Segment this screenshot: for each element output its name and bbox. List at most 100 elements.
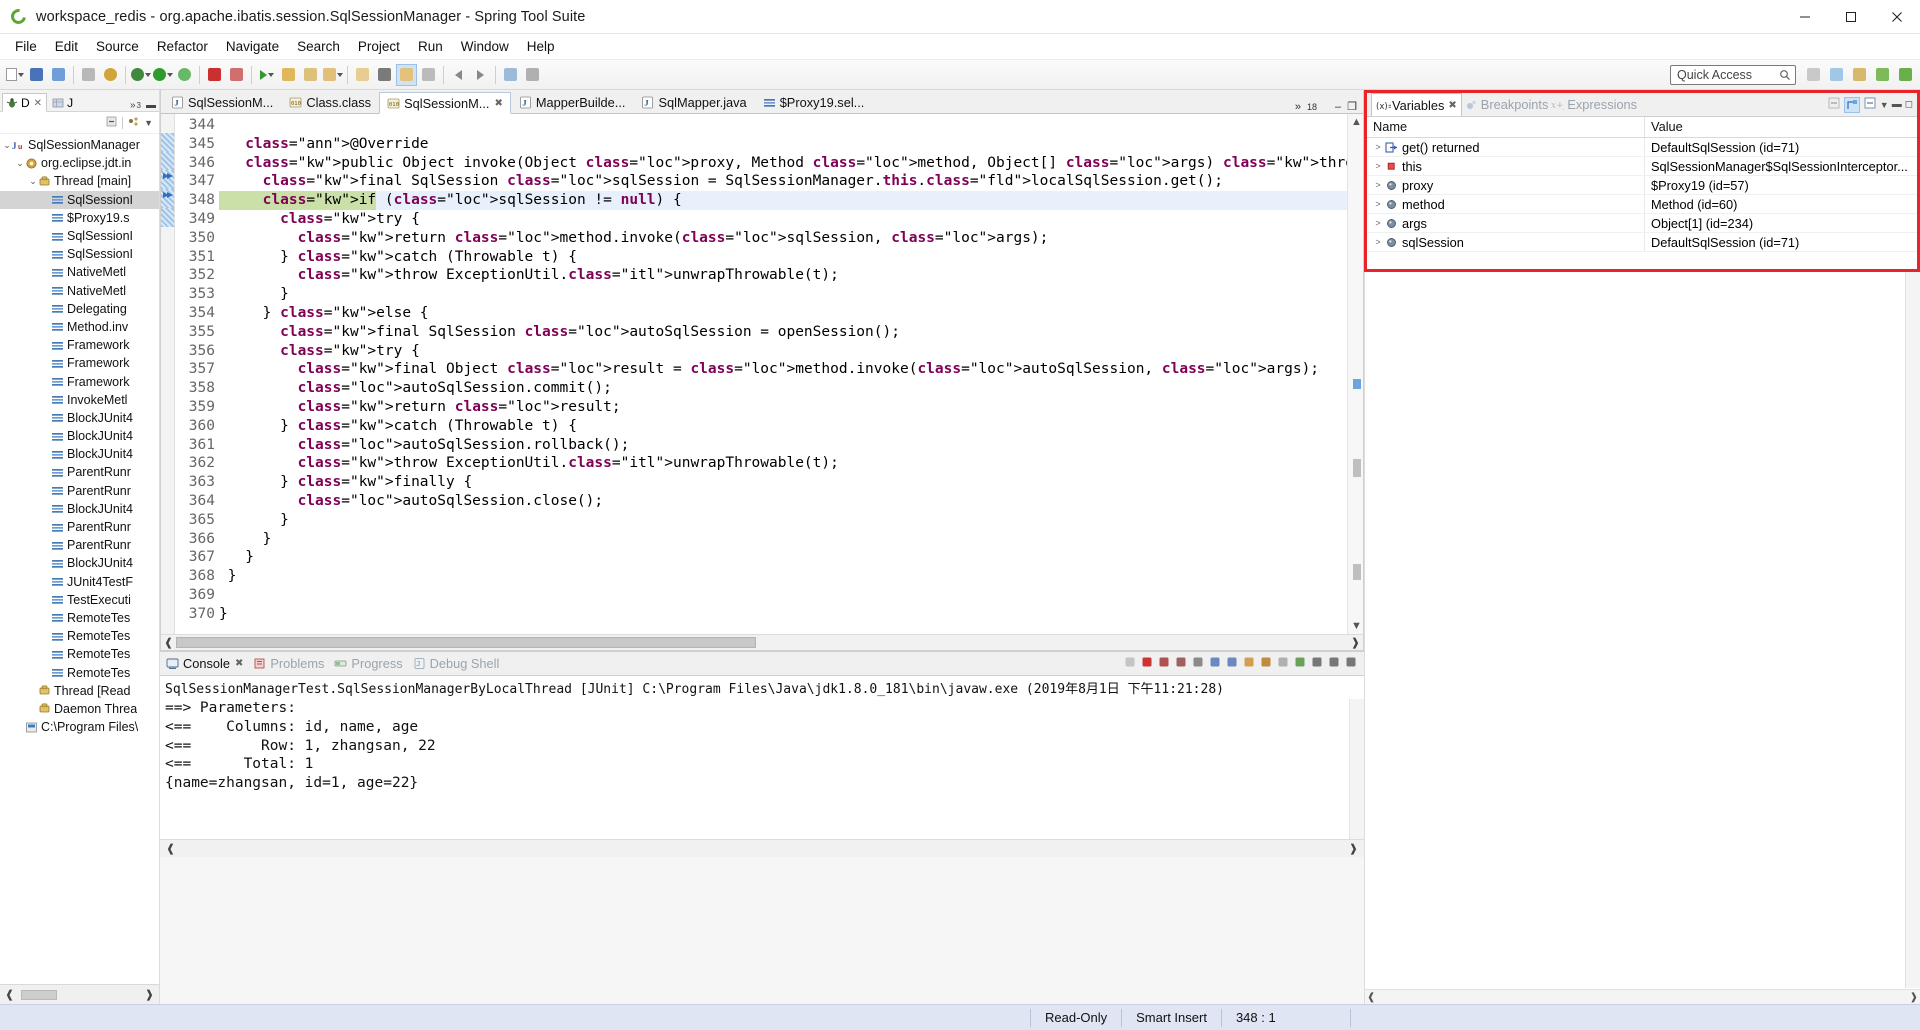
variables-row[interactable]: > get() returned DefaultSqlSession (id=71) xyxy=(1367,138,1917,157)
console-scroll-lock-icon[interactable] xyxy=(1208,655,1222,672)
step-filters-button[interactable] xyxy=(522,64,543,86)
debug-tree-row[interactable]: RemoteTes xyxy=(0,645,159,663)
variables-rows[interactable]: > get() returned DefaultSqlSession (id=71)… xyxy=(1367,138,1917,269)
annotation-ruler-line[interactable] xyxy=(161,170,174,190)
annotation-ruler-line[interactable] xyxy=(161,565,174,584)
build-button[interactable] xyxy=(100,64,121,86)
debug-view-down-icon[interactable]: ▼ xyxy=(144,118,153,128)
new-wizard-button[interactable] xyxy=(4,64,25,86)
editor-code-line[interactable]: class="kw">throw ExceptionUtil.class="it… xyxy=(219,266,1347,285)
variables-row[interactable]: > sqlSession DefaultSqlSession (id=71) xyxy=(1367,233,1917,252)
open-type-button[interactable] xyxy=(278,64,299,86)
variables-hscroll-right-icon[interactable]: ❱ xyxy=(1910,992,1918,1003)
debug-tree-row[interactable]: ⌄ org.eclipse.jdt.in xyxy=(0,154,159,172)
pin-button[interactable] xyxy=(374,64,395,86)
editor-code-line[interactable]: } xyxy=(219,548,1347,567)
editor-hscroll-thumb[interactable] xyxy=(176,637,757,648)
overview-marker[interactable] xyxy=(1353,459,1361,477)
save-button[interactable] xyxy=(26,64,47,86)
debug-tree-row[interactable]: Daemon Threa xyxy=(0,700,159,718)
editor-code-line[interactable]: } xyxy=(219,567,1347,586)
minimize-button[interactable] xyxy=(1782,0,1828,34)
editor-tab[interactable]: J MapperBuilde... xyxy=(511,91,634,113)
perspective-debug-button[interactable] xyxy=(1826,64,1847,86)
debug-tree-row[interactable]: InvokeMetl xyxy=(0,391,159,409)
menu-navigate[interactable]: Navigate xyxy=(217,36,288,57)
console-button[interactable] xyxy=(226,64,247,86)
run-button[interactable] xyxy=(152,64,173,86)
console-tab[interactable]: J Debug Shell xyxy=(413,656,499,671)
debug-tree-row[interactable]: RemoteTes xyxy=(0,627,159,645)
console-maximize-icon[interactable] xyxy=(1344,655,1358,672)
debug-tree-row[interactable]: RemoteTes xyxy=(0,663,159,681)
print-button[interactable] xyxy=(78,64,99,86)
editor-code-line[interactable]: class="loc">autoSqlSession.commit(); xyxy=(219,379,1347,398)
menu-source[interactable]: Source xyxy=(87,36,148,57)
run-as-button[interactable] xyxy=(174,64,195,86)
tab-debug[interactable]: D ✕ xyxy=(2,93,48,112)
annotation-ruler-line[interactable] xyxy=(161,415,174,434)
search-button[interactable] xyxy=(300,64,321,86)
console-remove-icon[interactable] xyxy=(1157,655,1171,672)
open-resource-button[interactable] xyxy=(352,64,373,86)
variables-tab[interactable]: Breakpoints xyxy=(1465,97,1548,112)
debug-tree-row[interactable]: ⌄ Ju SqlSessionManager xyxy=(0,136,159,154)
debug-tree-row[interactable]: ParentRunr xyxy=(0,518,159,536)
console-tab[interactable]: Progress xyxy=(334,656,403,671)
menu-project[interactable]: Project xyxy=(349,36,409,57)
scroll-down-icon[interactable]: ▼ xyxy=(1351,620,1362,632)
variables-row-twisty-icon[interactable]: > xyxy=(1371,218,1385,228)
editor-code-line[interactable]: class="ann">@Override xyxy=(219,135,1347,154)
next-annotation-button[interactable] xyxy=(322,64,343,86)
editor-hscroll-left-icon[interactable]: ❰ xyxy=(161,636,176,649)
annotation-ruler-line[interactable] xyxy=(161,603,174,622)
debug-tree-row[interactable]: ParentRunr xyxy=(0,463,159,481)
editor-code-line[interactable]: class="kw">final SqlSession class="loc">… xyxy=(219,323,1347,342)
bottom-hscroll-left-icon[interactable]: ❰ xyxy=(163,842,178,855)
editor-code-line[interactable]: class="kw">return class="loc">method.inv… xyxy=(219,229,1347,248)
debug-tree-row[interactable]: SqlSessionI xyxy=(0,227,159,245)
tree-twisty-icon[interactable]: ⌄ xyxy=(28,176,38,187)
console-clear-icon[interactable] xyxy=(1191,655,1205,672)
hscroll-left-icon[interactable]: ❰ xyxy=(2,988,17,1001)
close-button[interactable] xyxy=(1874,0,1920,34)
console-open-console-icon[interactable] xyxy=(1276,655,1290,672)
annotation-ruler-line[interactable] xyxy=(161,490,174,509)
toggle-breadcrumb-button[interactable] xyxy=(500,64,521,86)
menu-refactor[interactable]: Refactor xyxy=(148,36,217,57)
console-word-wrap-icon[interactable] xyxy=(1225,655,1239,672)
editor-hscroll-right-icon[interactable]: ❱ xyxy=(1348,636,1363,649)
debug-tree-row[interactable]: SqlSessionI xyxy=(0,190,159,209)
console-tab[interactable]: Problems xyxy=(253,656,324,671)
editor-annotation-ruler[interactable] xyxy=(161,114,175,634)
annotation-ruler-line[interactable] xyxy=(161,546,174,565)
variables-row[interactable]: > proxy $Proxy19 (id=57) xyxy=(1367,176,1917,195)
editor-tab[interactable]: 010 Class.class xyxy=(281,91,379,113)
annotation-ruler-line[interactable] xyxy=(161,189,174,208)
editor-code-line[interactable]: } class="kw">else { xyxy=(219,304,1347,323)
annotation-ruler-line[interactable] xyxy=(161,434,174,453)
annotation-ruler-line[interactable] xyxy=(161,452,174,471)
annotation-ruler-line[interactable] xyxy=(161,321,174,340)
variables-empty-area[interactable]: ❰ ❱ xyxy=(1364,272,1920,1004)
menu-run[interactable]: Run xyxy=(409,36,452,57)
tab-debug-close-icon[interactable]: ✕ xyxy=(34,98,42,109)
debug-tree-row[interactable]: BlockJUnit4 xyxy=(0,409,159,427)
editor-code-line[interactable]: class="kw">try { xyxy=(219,210,1347,229)
debug-stack-tree[interactable]: ⌄ Ju SqlSessionManager ⌄ org.eclipse.jdt.in ⌄… xyxy=(0,134,159,984)
editor-code-line[interactable]: class="kw">public Object invoke(Object c… xyxy=(219,154,1347,173)
editor-minimize-icon[interactable]: – xyxy=(1335,101,1341,113)
variables-row-twisty-icon[interactable]: > xyxy=(1371,161,1385,171)
perspective-java-button[interactable] xyxy=(1849,64,1870,86)
debug-tree-row[interactable]: ⌄ Thread [main] xyxy=(0,172,159,190)
variables-show-logical-structure-icon[interactable] xyxy=(1843,96,1860,113)
menu-window[interactable]: Window xyxy=(452,36,518,57)
console-show-console-icon[interactable] xyxy=(1242,655,1256,672)
debug-button[interactable] xyxy=(130,64,151,86)
debug-view-minimize-icon[interactable]: ▬ xyxy=(146,100,156,111)
editor-code-line[interactable]: } xyxy=(219,511,1347,530)
variables-view-menu-icon[interactable]: ▼ xyxy=(1880,100,1889,110)
debug-tabs-overflow-icon[interactable]: » xyxy=(130,100,136,111)
highlight-button[interactable] xyxy=(396,63,417,86)
debug-tree-row[interactable]: BlockJUnit4 xyxy=(0,554,159,572)
